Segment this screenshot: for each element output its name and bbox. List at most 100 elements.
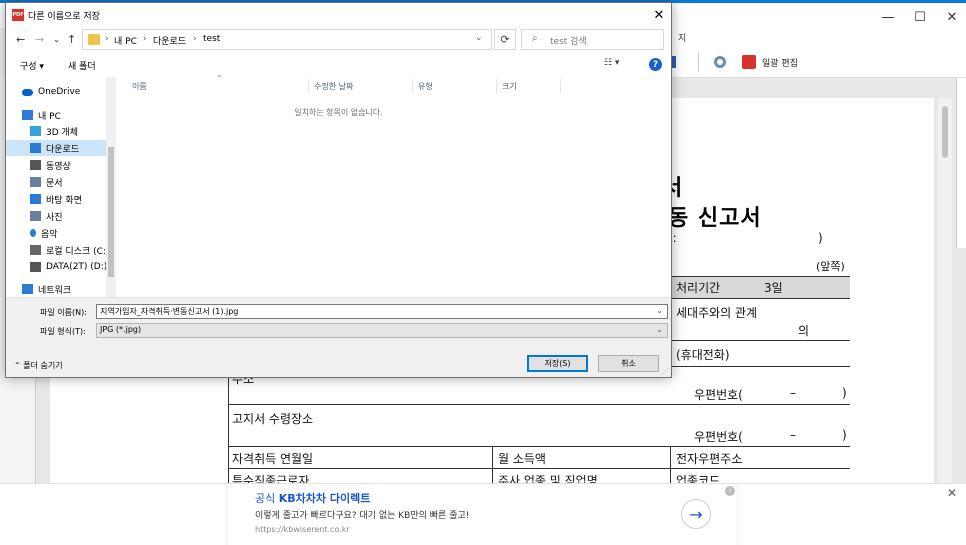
chevron-right-icon[interactable]: ›: [143, 34, 147, 44]
view-options-icon[interactable]: ☷ ▾: [604, 58, 619, 68]
refresh-button[interactable]: ⟳: [494, 29, 516, 50]
mobile-label: (휴대전화): [676, 348, 730, 362]
menu-item-partial[interactable]: 지: [678, 31, 686, 44]
disk-icon: [30, 245, 41, 255]
postal-close: ): [842, 386, 847, 400]
info-icon[interactable]: i: [725, 486, 735, 496]
ad-title-prefix: 공식: [255, 492, 276, 505]
nav-item[interactable]: 내 PC: [6, 107, 106, 123]
chevron-right-icon[interactable]: ›: [105, 34, 109, 44]
back-arrow-icon[interactable]: ←: [16, 33, 25, 46]
maximize-button[interactable]: ☐: [903, 6, 937, 28]
column-divider[interactable]: [496, 79, 497, 93]
chevron-down-icon[interactable]: ⌄: [475, 33, 483, 43]
column-header-size[interactable]: 크기: [502, 81, 517, 92]
nav-item[interactable]: 로컬 디스크 (C:): [6, 242, 109, 258]
sort-up-icon: ⌃: [216, 74, 223, 83]
network-icon: [22, 284, 33, 294]
column-header-type[interactable]: 유형: [418, 81, 433, 92]
batch-edit-label[interactable]: 일괄 편집: [762, 56, 798, 69]
navigation-bar: ← → ⌄ ↑ › 내 PC › 다운로드 › test ⌄ ⟳ ⌕ test …: [6, 27, 671, 53]
chevron-down-icon[interactable]: ⌄: [656, 306, 663, 315]
save-as-dialog: PDF 다른 이름으로 저장 ✕ ← → ⌄ ↑ › 내 PC › 다운로드 ›…: [5, 2, 672, 378]
breadcrumb-my-pc[interactable]: 내 PC: [114, 34, 137, 47]
forward-arrow-icon[interactable]: →: [35, 33, 44, 46]
notice-place-label: 고지서 수령장소: [232, 412, 314, 426]
postal-close-2: ): [842, 428, 847, 442]
ad-title[interactable]: 공식 KB차차차 다이렉트: [255, 490, 370, 506]
app-menubar: 지: [670, 28, 966, 46]
chevron-right-icon[interactable]: ›: [193, 34, 197, 44]
search-box[interactable]: ⌕ test 검색: [521, 29, 664, 50]
cube-icon: [30, 126, 41, 136]
nav-item[interactable]: OneDrive: [6, 84, 106, 100]
nav-item-label: 3D 개체: [46, 127, 79, 138]
settings-icon[interactable]: [714, 56, 726, 68]
up-arrow-icon[interactable]: ↑: [67, 33, 76, 46]
column-divider[interactable]: [308, 79, 309, 93]
nav-item-label: 내 PC: [38, 111, 61, 122]
cancel-button[interactable]: 취소: [598, 355, 659, 372]
of-label: 의: [798, 324, 810, 338]
nav-scroll-thumb[interactable]: [108, 147, 114, 277]
toolbar-divider: [698, 52, 699, 72]
column-divider[interactable]: [412, 79, 413, 93]
resize-grip-icon[interactable]: ⋰: [662, 367, 669, 375]
table-line: [670, 446, 671, 486]
filetype-select[interactable]: JPG (*.jpg) ⌄: [96, 323, 668, 338]
table-line: [228, 446, 850, 447]
ad-close-icon[interactable]: ✕: [947, 486, 957, 500]
drive-icon: [30, 262, 41, 272]
nav-item[interactable]: 문서: [6, 174, 106, 190]
nav-item[interactable]: 다운로드: [6, 140, 106, 156]
table-line: [492, 446, 493, 486]
nav-item[interactable]: 사진: [6, 208, 106, 224]
table-line: [228, 468, 850, 469]
nav-item[interactable]: 3D 개체: [6, 123, 106, 139]
nav-item-label: 음악: [41, 229, 58, 240]
arrow-right-icon[interactable]: →: [681, 499, 711, 529]
ad-url: https://kbwiserent.co.kr: [255, 525, 350, 534]
ad-banner[interactable]: 공식 KB차차차 다이렉트 이렇게 줄고가 빠르다구요? 대기 없는 KB만의 …: [0, 483, 966, 545]
new-folder-button[interactable]: 새 폴더: [68, 59, 96, 72]
help-icon[interactable]: ?: [649, 58, 662, 71]
search-placeholder: test 검색: [550, 37, 587, 47]
filename-input[interactable]: 지역가입자_자격취득·변동신고서 (1).jpg ⌄: [96, 304, 668, 319]
batch-edit-icon[interactable]: [742, 55, 756, 69]
hide-folders-toggle[interactable]: ⌃ 폴더 숨기기: [14, 360, 63, 371]
column-header-modified[interactable]: 수정한 날짜: [314, 81, 353, 92]
nav-item[interactable]: 동영상: [6, 157, 106, 173]
column-divider[interactable]: [560, 79, 561, 93]
address-bar[interactable]: › 내 PC › 다운로드 › test ⌄: [82, 29, 492, 50]
document-icon: [30, 177, 41, 187]
dialog-close-button[interactable]: ✕: [649, 6, 669, 24]
ad-content[interactable]: 공식 KB차차차 다이렉트 이렇게 줄고가 빠르다구요? 대기 없는 KB만의 …: [226, 484, 738, 545]
breadcrumb-downloads[interactable]: 다운로드: [153, 34, 186, 47]
recent-locations-icon[interactable]: ⌄: [53, 35, 60, 44]
ad-title-brand: KB차차차 다이렉트: [278, 492, 371, 505]
file-list-pane: ⌃ 이름 수정한 날짜 유형 크기 일치하는 항목이 없습니다.: [116, 74, 671, 297]
organize-menu[interactable]: 구성 ▾: [20, 59, 44, 72]
download-icon: [30, 143, 41, 153]
nav-item[interactable]: DATA(2T) (D:): [6, 259, 107, 275]
side-panel-strip: [956, 78, 966, 248]
nav-item[interactable]: 네트워크: [6, 281, 106, 297]
document-scrollbar[interactable]: [938, 98, 952, 483]
close-app-button[interactable]: ✕: [935, 6, 966, 28]
doc-title-line2: 동 신고서: [668, 206, 762, 231]
chevron-up-icon: ⌃: [14, 361, 21, 370]
document-scroll-thumb[interactable]: [942, 106, 948, 158]
column-header-name[interactable]: 이름: [132, 81, 147, 92]
nav-item[interactable]: 바탕 화면: [6, 191, 106, 207]
nav-item[interactable]: 음악: [6, 225, 106, 241]
save-button[interactable]: 저장(S): [527, 355, 588, 372]
minimize-button[interactable]: —: [871, 6, 905, 28]
command-bar: 구성 ▾ 새 폴더 ☷ ▾ ?: [6, 53, 671, 77]
music-icon: [30, 229, 36, 237]
pdf-app-icon: PDF: [12, 9, 24, 21]
breadcrumb-test[interactable]: test: [203, 34, 220, 44]
folder-icon: [88, 34, 100, 45]
email-label: 전자우편주소: [676, 452, 743, 466]
nav-pane-scrollbar[interactable]: [106, 77, 116, 297]
chevron-down-icon[interactable]: ⌄: [656, 325, 663, 334]
